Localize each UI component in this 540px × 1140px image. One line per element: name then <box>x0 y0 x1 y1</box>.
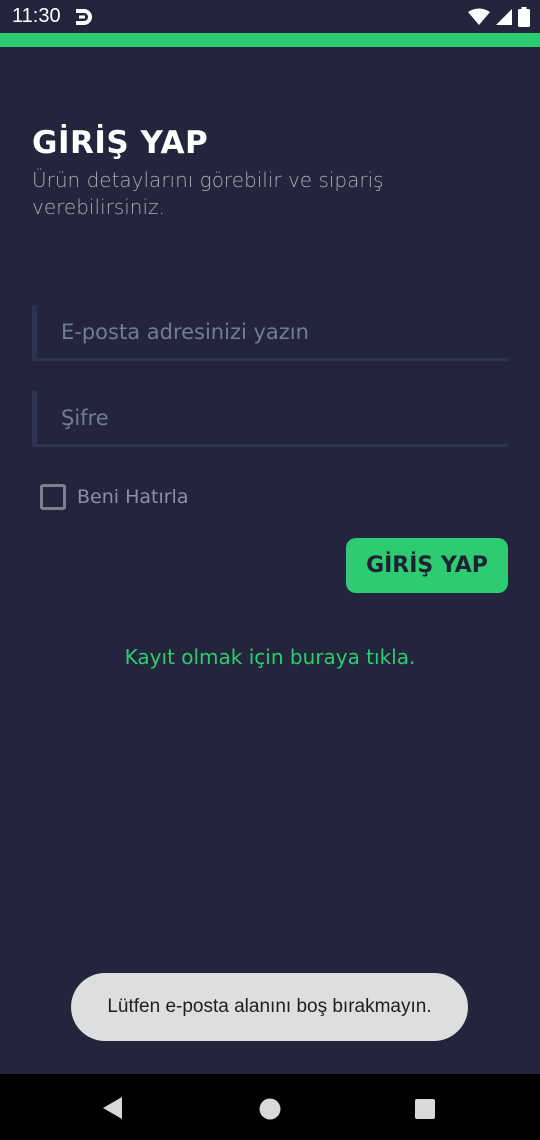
register-link[interactable]: Kayıt olmak için buraya tıkla. <box>0 645 540 669</box>
battery-icon <box>518 7 530 27</box>
status-icons <box>468 6 530 28</box>
toast-message: Lütfen e-posta alanını boş bırakmayın. <box>71 973 468 1041</box>
remember-me-checkbox[interactable] <box>40 484 66 510</box>
back-icon[interactable] <box>101 1096 125 1120</box>
email-field[interactable] <box>32 305 508 361</box>
accent-bar <box>0 33 540 47</box>
login-button[interactable]: GİRİŞ YAP <box>346 538 508 593</box>
system-nav-bar <box>0 1074 540 1140</box>
remember-me[interactable]: Beni Hatırla <box>40 483 188 511</box>
status-bar: 11:30 <box>0 0 540 33</box>
page-subtitle: Ürün detaylarını görebilir ve sipariş ve… <box>32 168 384 219</box>
status-time: 11:30 <box>12 5 61 27</box>
password-field[interactable] <box>32 391 508 447</box>
page-title: GİRİŞ YAP <box>32 125 209 161</box>
recents-icon[interactable] <box>413 1097 437 1121</box>
password-input[interactable] <box>61 391 501 444</box>
home-icon[interactable] <box>258 1097 282 1121</box>
wifi-icon <box>468 8 490 25</box>
login-screen: 11:30 GİRİŞ YAP Ürün detaylarını görebil… <box>0 0 540 1140</box>
cell-signal-icon <box>496 9 512 25</box>
remember-me-label: Beni Hatırla <box>77 486 189 508</box>
app-d-logo-icon <box>76 9 92 25</box>
email-input[interactable] <box>61 305 501 358</box>
